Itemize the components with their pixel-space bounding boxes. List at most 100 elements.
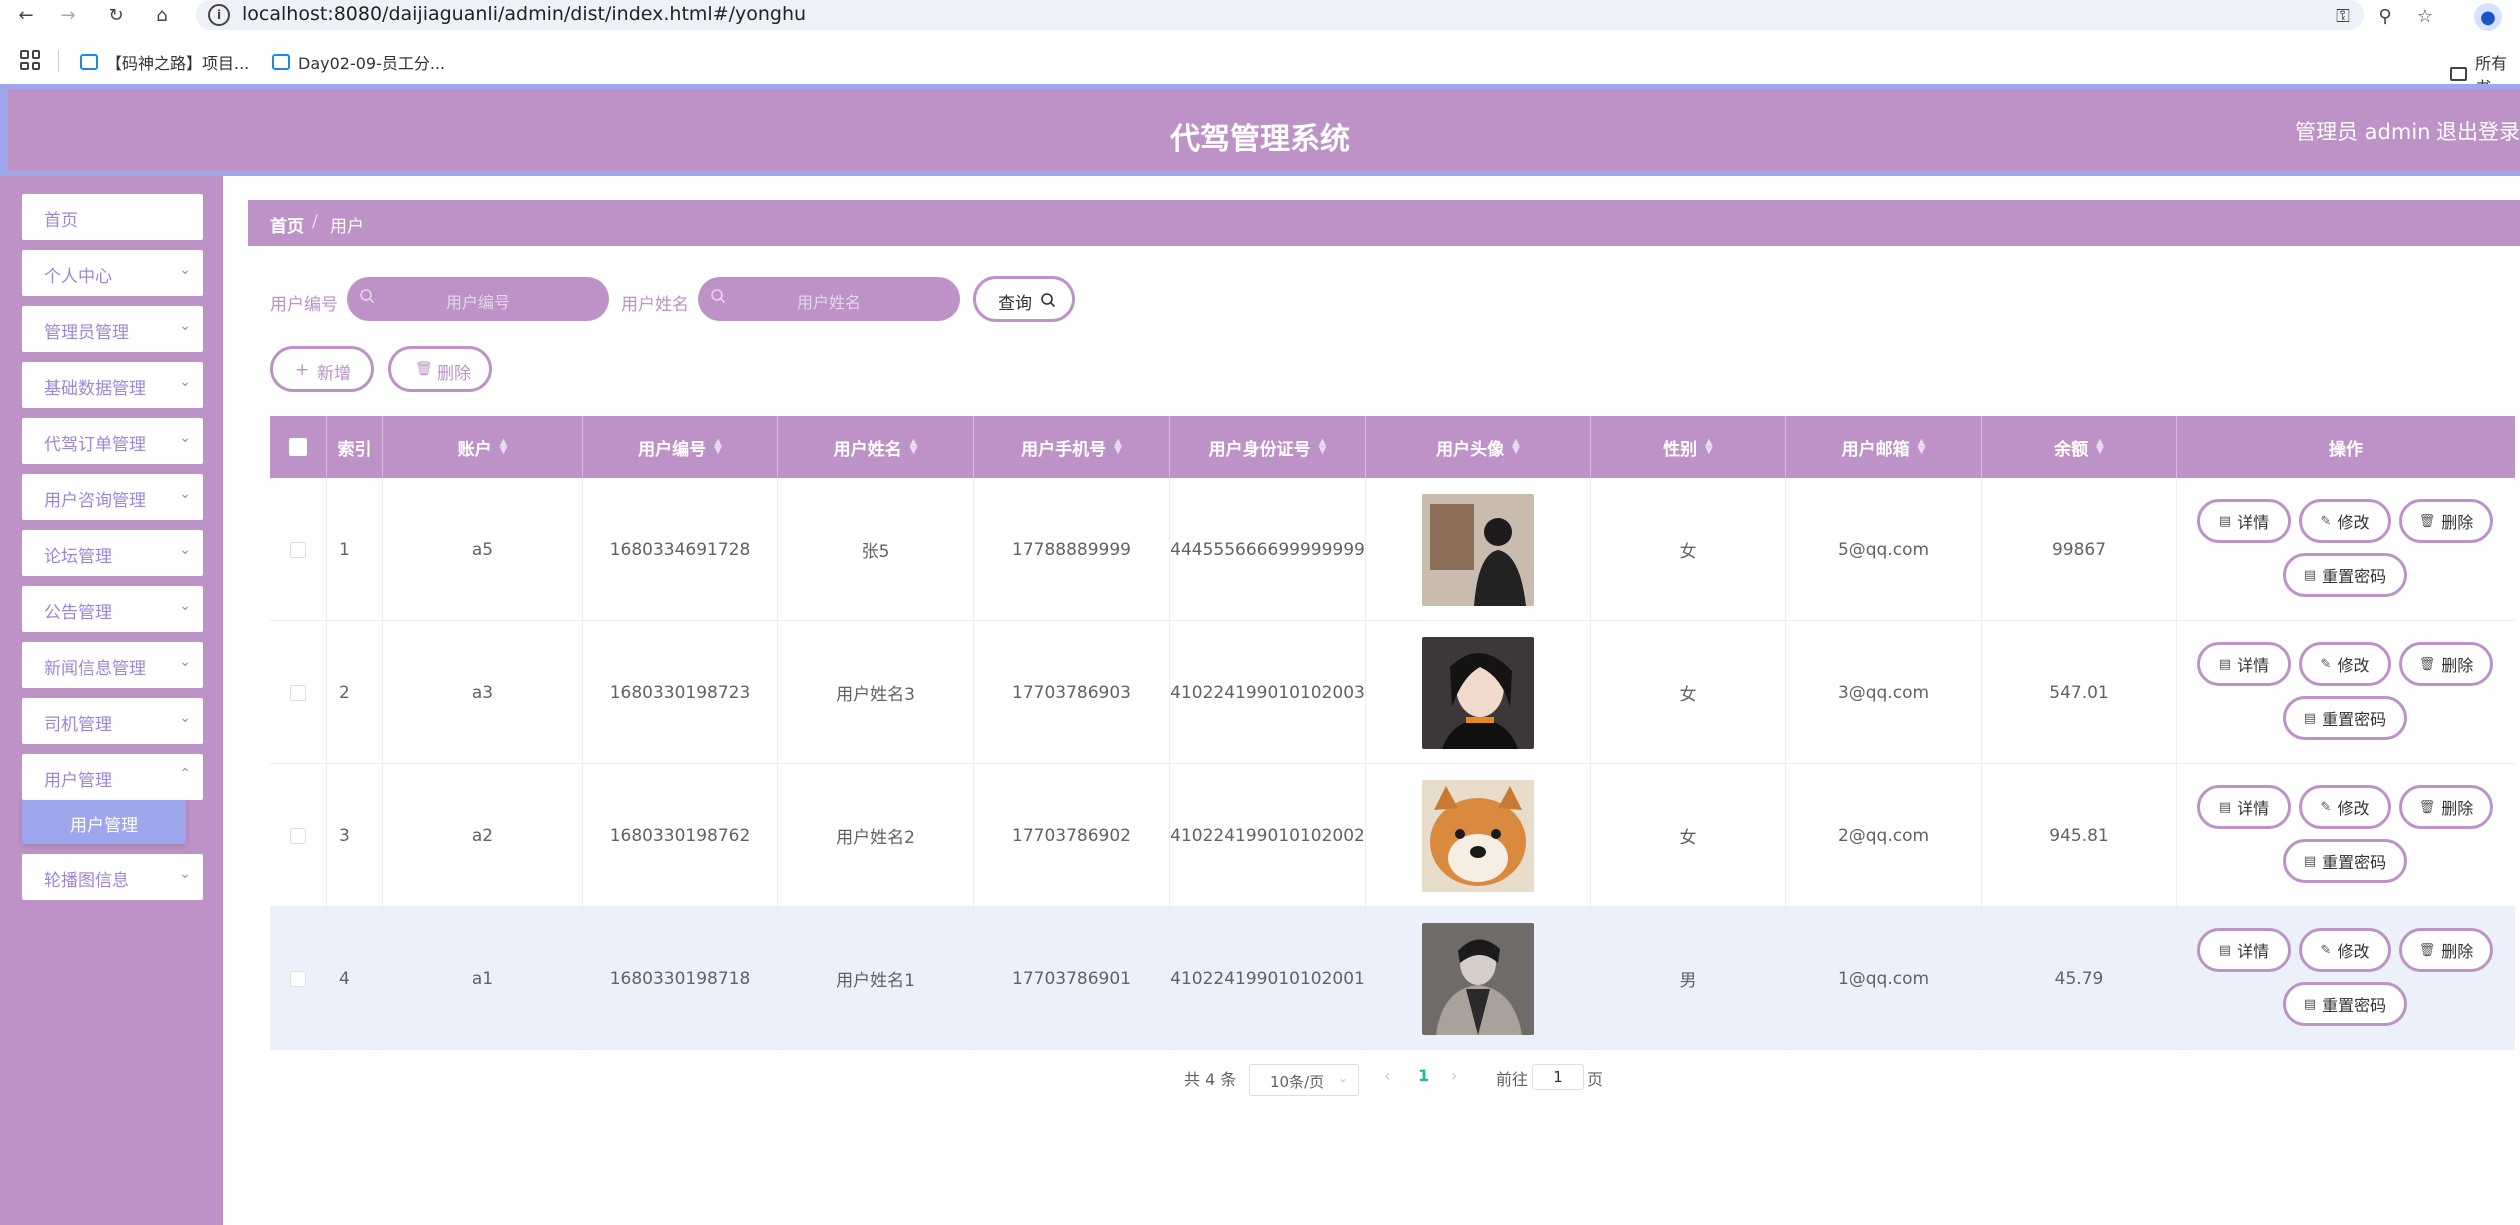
bookmark-item[interactable]: Day02-09-员工分... — [272, 50, 445, 74]
row-checkbox[interactable] — [290, 541, 306, 558]
home-icon[interactable]: ⌂ — [150, 3, 174, 27]
select-all-checkbox[interactable] — [289, 438, 307, 456]
col-user-number[interactable]: 用户编号 ▲ ▼ — [583, 416, 778, 478]
sort-icon[interactable]: ▲ ▼ — [1705, 438, 1713, 456]
profile-icon[interactable]: ● — [2474, 3, 2502, 31]
bookmark-star-icon[interactable]: ☆ — [2412, 3, 2438, 29]
delete-label: 删除 — [2441, 942, 2474, 961]
cell-avatar — [1366, 764, 1591, 907]
col-balance[interactable]: 余额 ▲ ▼ — [1982, 416, 2177, 478]
reset-password-button[interactable]: ▤ 重置密码 — [2283, 839, 2407, 883]
user-avatar-image[interactable] — [1422, 922, 1534, 1035]
detail-button[interactable]: ▤ 详情 — [2197, 928, 2291, 972]
detail-button[interactable]: ▤ 详情 — [2197, 499, 2291, 543]
sidebar-item-home[interactable]: 首页 — [22, 194, 203, 240]
edit-label: 修改 — [2337, 799, 2370, 818]
table-row: 2 a3 1680330198723 用户姓名3 17703786903 410… — [270, 621, 2515, 764]
edit-button[interactable]: ✎ 修改 — [2299, 928, 2391, 972]
col-gender[interactable]: 性别 ▲ ▼ — [1591, 416, 1786, 478]
prev-page-icon[interactable]: ‹ — [1384, 1066, 1390, 1085]
reset-password-button[interactable]: ▤ 重置密码 — [2283, 553, 2407, 597]
col-email[interactable]: 用户邮箱 ▲ ▼ — [1786, 416, 1982, 478]
sidebar-item-notice[interactable]: 公告管理 ⌄ — [22, 586, 203, 632]
row-checkbox[interactable] — [290, 970, 306, 987]
sidebar-item-users[interactable]: 用户管理 ⌃ — [22, 754, 203, 800]
bilibili-icon — [80, 54, 98, 70]
query-button[interactable]: 查询 — [973, 276, 1075, 322]
edit-button[interactable]: ✎ 修改 — [2299, 642, 2391, 686]
sort-icon[interactable]: ▲ ▼ — [1114, 438, 1122, 456]
sort-icon[interactable]: ▲ ▼ — [500, 438, 508, 456]
submenu-item-users[interactable]: 用户管理 — [22, 800, 186, 844]
reload-icon[interactable]: ↻ — [104, 3, 128, 27]
cell-account: a5 — [383, 478, 583, 621]
delete-button[interactable]: 🗑 删除 — [2399, 928, 2493, 972]
sidebar-item-admin[interactable]: 管理员管理 ⌄ — [22, 306, 203, 352]
delete-button-label: 删除 — [437, 364, 471, 384]
sort-icon[interactable]: ▲ ▼ — [1918, 438, 1926, 456]
sidebar-item-label: 司机管理 — [44, 715, 112, 735]
sort-icon[interactable]: ▲ ▼ — [1319, 438, 1327, 456]
password-key-icon[interactable]: ⚿ — [2330, 3, 2356, 29]
url-text[interactable]: localhost:8080/daijiaguanli/admin/dist/i… — [242, 3, 806, 25]
back-icon[interactable]: ← — [14, 3, 38, 27]
sidebar-item-carousel[interactable]: 轮播图信息 ⌄ — [22, 854, 203, 900]
bookmark-item[interactable]: 【码神之路】项目... — [80, 50, 249, 74]
table-row: 3 a2 1680330198762 用户姓名2 17703786902 410… — [270, 764, 2515, 907]
user-avatar-image[interactable] — [1422, 636, 1534, 749]
sidebar-item-label: 公告管理 — [44, 603, 112, 623]
sort-icon[interactable]: ▲ ▼ — [2096, 438, 2104, 456]
select-all-cell[interactable] — [270, 416, 327, 478]
row-checkbox[interactable] — [290, 684, 306, 701]
sidebar-item-basedata[interactable]: 基础数据管理 ⌄ — [22, 362, 203, 408]
edit-button[interactable]: ✎ 修改 — [2299, 499, 2391, 543]
chevron-down-icon: ⌄ — [179, 710, 191, 726]
add-button[interactable]: + 新增 — [270, 346, 374, 392]
row-checkbox[interactable] — [290, 827, 306, 844]
col-user-name[interactable]: 用户姓名 ▲ ▼ — [778, 416, 974, 478]
reset-password-button[interactable]: ▤ 重置密码 — [2283, 982, 2407, 1026]
next-page-icon[interactable]: › — [1451, 1066, 1457, 1085]
apps-icon[interactable] — [20, 50, 40, 70]
delete-button[interactable]: 🗑 删除 — [2399, 785, 2493, 829]
page-size-select[interactable]: 10条/页 ⌄ — [1249, 1064, 1359, 1096]
cell-operations: ▤ 详情 ✎ 修改 🗑 删除 ▤ 重置密码 — [2177, 478, 2515, 621]
add-button-label: 新增 — [317, 364, 351, 384]
sidebar-item-news[interactable]: 新闻信息管理 ⌄ — [22, 642, 203, 688]
reset-password-button[interactable]: ▤ 重置密码 — [2283, 696, 2407, 740]
zoom-icon[interactable]: ⚲ — [2372, 3, 2398, 29]
document-icon: ▤ — [2303, 996, 2317, 1012]
sidebar-item-forum[interactable]: 论坛管理 ⌄ — [22, 530, 203, 576]
col-phone[interactable]: 用户手机号 ▲ ▼ — [974, 416, 1170, 478]
delete-button[interactable]: 🗑 删除 — [2399, 499, 2493, 543]
breadcrumb-home[interactable]: 首页 — [270, 212, 304, 237]
page-number-current[interactable]: 1 — [1418, 1066, 1429, 1085]
col-account[interactable]: 账户 ▲ ▼ — [383, 416, 583, 478]
table-header: 索引 账户 ▲ ▼ 用户编号 ▲ ▼ 用户姓名 ▲ ▼ 用户手机号 ▲ ▼ 用户身份证号 ▲ ▼ 用… — [270, 416, 2515, 478]
forward-icon[interactable]: → — [56, 3, 80, 27]
trash-icon: 🗑 — [2418, 799, 2436, 815]
col-avatar[interactable]: 用户头像 ▲ ▼ — [1366, 416, 1591, 478]
delete-button[interactable]: 🗑 删除 — [2399, 642, 2493, 686]
logout-link[interactable]: 退出登录 — [2436, 116, 2520, 146]
batch-delete-button[interactable]: 🗑 删除 — [388, 346, 492, 392]
sort-icon[interactable]: ▲ ▼ — [714, 438, 722, 456]
site-info-icon[interactable]: i — [208, 4, 230, 26]
user-name-input[interactable]: 用户姓名 — [698, 277, 960, 321]
sort-icon[interactable]: ▲ ▼ — [1512, 438, 1520, 456]
edit-button[interactable]: ✎ 修改 — [2299, 785, 2391, 829]
sidebar-item-profile[interactable]: 个人中心 ⌄ — [22, 250, 203, 296]
edit-label: 修改 — [2337, 513, 2370, 532]
sort-icon[interactable]: ▲ ▼ — [910, 438, 918, 456]
user-avatar-image[interactable] — [1422, 779, 1534, 892]
user-number-input[interactable]: 用户编号 — [347, 277, 609, 321]
detail-button[interactable]: ▤ 详情 — [2197, 642, 2291, 686]
sidebar-item-drivers[interactable]: 司机管理 ⌄ — [22, 698, 203, 744]
sidebar-item-consult[interactable]: 用户咨询管理 ⌄ — [22, 474, 203, 520]
table-row: 4 a1 1680330198718 用户姓名1 17703786901 410… — [270, 907, 2515, 1050]
goto-page-input[interactable]: 1 — [1532, 1064, 1584, 1090]
user-avatar-image[interactable] — [1422, 493, 1534, 606]
col-idcard[interactable]: 用户身份证号 ▲ ▼ — [1170, 416, 1366, 478]
sidebar-item-orders[interactable]: 代驾订单管理 ⌄ — [22, 418, 203, 464]
detail-button[interactable]: ▤ 详情 — [2197, 785, 2291, 829]
